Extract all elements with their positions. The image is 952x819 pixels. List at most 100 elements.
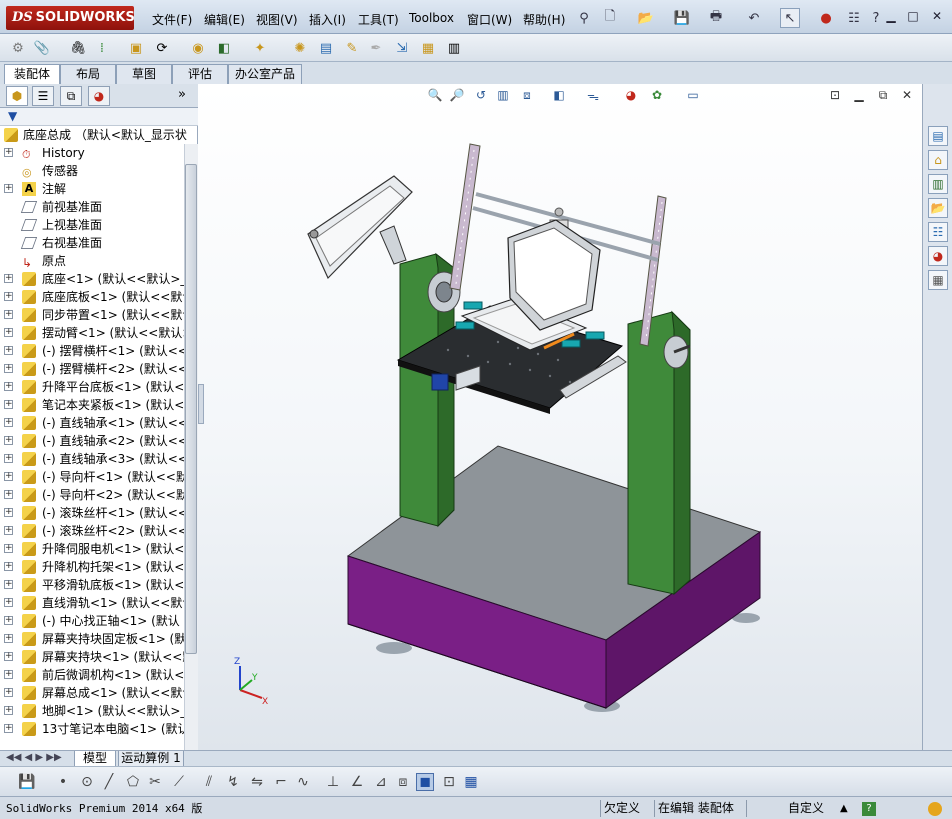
mate-icon[interactable]: 📎 (32, 38, 52, 58)
tree-item[interactable]: + 升降平台底板<1> (默认<< (0, 378, 184, 396)
expand-toggle-icon[interactable]: + (4, 688, 13, 697)
menu-help[interactable]: 帮助(H) (523, 11, 565, 28)
appearances-icon[interactable]: ◕ (928, 246, 948, 266)
tree-item[interactable]: + 屏幕夹持块<1> (默认<<默 (0, 648, 184, 666)
tab-office-products[interactable]: 办公室产品 (228, 64, 302, 84)
exploded-view-icon[interactable]: ✎ (342, 38, 362, 58)
tree-item[interactable]: + (-) 导向杆<2> (默认<<默 (0, 486, 184, 504)
graphics-area[interactable]: 🔍 🔎 ↺ ▥ ⧈ ◧ ᯓ ◕ ✿ ▭ ⊡ ▁ ⧉ ✕ Z X Y (198, 84, 922, 750)
tree-item[interactable]: +13寸笔记本电脑<1> (默认 (0, 720, 184, 738)
expand-toggle-icon[interactable]: + (4, 508, 13, 517)
tree-item[interactable]: + (-) 滚珠丝杆<2> (默认<< (0, 522, 184, 540)
panel-collapse-handle[interactable] (198, 384, 204, 424)
expand-toggle-icon[interactable]: + (4, 310, 13, 319)
menu-file[interactable]: 文件(F) (152, 11, 192, 28)
slot-icon[interactable]: ∿ (294, 773, 312, 791)
filter-row[interactable]: ▼ (0, 108, 198, 126)
tree-item[interactable]: ↳ 原点 (0, 252, 184, 270)
expand-toggle-icon[interactable]: + (4, 562, 13, 571)
point-icon[interactable]: • (54, 773, 72, 791)
insert-components-icon[interactable]: ⚙ (8, 38, 28, 58)
circle-icon[interactable]: ⊙ (78, 773, 96, 791)
tree-root[interactable]: 底座总成 （默认<默认_显示状 (0, 126, 187, 144)
line-icon[interactable]: ╱ (100, 773, 118, 791)
tree-item[interactable]: + (-) 摆臂横杆<1> (默认<< (0, 342, 184, 360)
tree-item[interactable]: ◎ 传感器 (0, 162, 184, 180)
minimize-icon[interactable]: ▁ (882, 8, 900, 24)
close-icon[interactable]: ✕ (928, 8, 946, 24)
tree-item[interactable]: + ⏱ History (0, 144, 184, 162)
tree-item[interactable]: + (-) 直线轴承<1> (默认<< (0, 414, 184, 432)
file-explorer-icon[interactable]: 📂 (928, 198, 948, 218)
polygon-icon[interactable]: ⬠ (124, 773, 142, 791)
home-icon[interactable]: ⌂ (928, 150, 948, 170)
tree-item[interactable]: + (-) 摆臂横杆<2> (默认<< (0, 360, 184, 378)
tree-item[interactable]: + 前后微调机构<1> (默认<< (0, 666, 184, 684)
tree-item[interactable]: + (-) 中心找正轴<1> (默认 (0, 612, 184, 630)
tree-item[interactable]: + 直线滑轨<1> (默认<<默认 (0, 594, 184, 612)
tree-item[interactable]: + 升降机构托架<1> (默认<< (0, 558, 184, 576)
mirror-icon[interactable]: ⇋ (248, 773, 266, 791)
assembly-model[interactable]: Z X Y (198, 84, 922, 750)
custom-properties-icon[interactable]: ▦ (928, 270, 948, 290)
tree-item[interactable]: + 底座<1> (默认<<默认>_显 (0, 270, 184, 288)
hidden-lines-icon[interactable]: ⊡ (440, 773, 458, 791)
tab-layout[interactable]: 布局 (60, 64, 116, 84)
show-hidden-icon[interactable]: ◉ (188, 38, 208, 58)
undo-icon[interactable]: ↶ (744, 8, 764, 28)
help-icon[interactable]: ? (862, 802, 876, 816)
expand-toggle-icon[interactable]: + (4, 418, 13, 427)
offset-icon[interactable]: ↯ (224, 773, 242, 791)
select-pointer-icon[interactable]: ↖ (780, 8, 800, 28)
filter-icon[interactable]: ▼ (8, 109, 17, 123)
expand-toggle-icon[interactable]: + (4, 346, 13, 355)
corner-rectangle-icon[interactable]: ⌐ (272, 773, 290, 791)
view-palette-icon[interactable]: ☷ (928, 222, 948, 242)
feature-manager-tab-icon[interactable]: ⬢ (6, 86, 28, 106)
dimension-icon[interactable]: ⊥ (324, 773, 342, 791)
table-icon[interactable]: ▦ (462, 773, 480, 791)
rebuild-status-icon[interactable] (928, 802, 942, 816)
maximize-icon[interactable]: □ (904, 8, 922, 24)
menu-insert[interactable]: 插入(I) (309, 11, 346, 28)
property-manager-tab-icon[interactable]: ☰ (32, 86, 54, 106)
tree-item[interactable]: + 笔记本夹紧板<1> (默认<< (0, 396, 184, 414)
open-folder-icon[interactable]: 📂 (636, 8, 656, 28)
print-icon[interactable]: 🖶 (706, 8, 726, 28)
expand-toggle-icon[interactable]: + (4, 598, 13, 607)
tree-item[interactable]: + (-) 滚珠丝杆<1> (默认<< (0, 504, 184, 522)
save-icon[interactable]: 💾 (672, 8, 692, 28)
expand-toggle-icon[interactable]: + (4, 454, 13, 463)
expand-toggle-icon[interactable]: + (4, 472, 13, 481)
new-document-icon[interactable]: 🗋 (600, 8, 620, 28)
explode-line-icon[interactable]: ✒ (366, 38, 386, 58)
angle-icon[interactable]: ∠ (348, 773, 366, 791)
relation-icon[interactable]: ⊿ (372, 773, 390, 791)
save-icon[interactable]: 💾 (18, 773, 36, 791)
shaded-view-icon[interactable]: ◼ (416, 773, 434, 791)
design-library-icon[interactable]: ▥ (928, 174, 948, 194)
expand-toggle-icon[interactable]: + (4, 364, 13, 373)
pin-icon[interactable]: ⚲ (574, 8, 594, 28)
expand-toggle-icon[interactable]: + (4, 652, 13, 661)
menu-edit[interactable]: 编辑(E) (204, 11, 245, 28)
tree-item[interactable]: 前视基准面 (0, 198, 184, 216)
solidworks-logo[interactable]: DS SOLIDWORKS (6, 6, 135, 30)
tab-assembly[interactable]: 装配体 (4, 64, 60, 84)
expand-toggle-icon[interactable]: + (4, 184, 13, 193)
expand-toggle-icon[interactable]: + (4, 490, 13, 499)
menu-view[interactable]: 视图(V) (256, 11, 298, 28)
speedpak-icon[interactable]: ▦ (418, 38, 438, 58)
tab-model[interactable]: 模型 (74, 751, 116, 767)
tree-item[interactable]: + 屏幕总成<1> (默认<<默认 (0, 684, 184, 702)
trim-icon[interactable]: ✂ (146, 773, 164, 791)
display-manager-tab-icon[interactable]: ◕ (88, 86, 110, 106)
solidworks-resources-icon[interactable]: ▤ (928, 126, 948, 146)
expand-toggle-icon[interactable]: + (4, 382, 13, 391)
expand-toggle-icon[interactable]: + (4, 634, 13, 643)
expand-toggle-icon[interactable]: + (4, 724, 13, 733)
tree-item[interactable]: + 平移滑轨底板<1> (默认<< (0, 576, 184, 594)
smart-fasteners-icon[interactable]: ▣ (126, 38, 146, 58)
tree-item[interactable]: + 同步带置<1> (默认<<默认 (0, 306, 184, 324)
traffic-light-icon[interactable]: ● (816, 8, 836, 28)
